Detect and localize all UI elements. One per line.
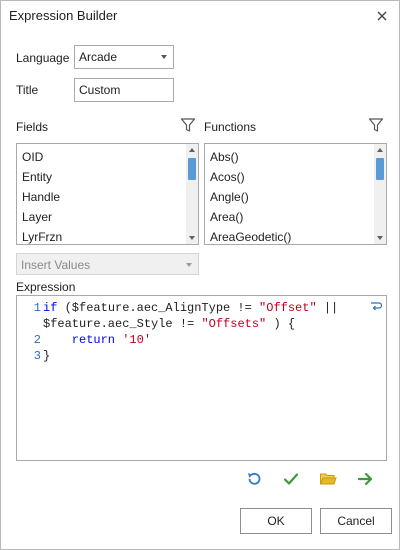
line-number: 2 <box>33 333 41 347</box>
code-line[interactable]: 1 if ($feature.aec_AlignType != "Offset" … <box>17 300 368 316</box>
code-text: if ($feature.aec_AlignType != "Offset" |… <box>43 300 338 316</box>
fields-filter-icon[interactable] <box>180 117 196 133</box>
field-item-handle[interactable]: Handle <box>20 187 184 207</box>
function-item-abs[interactable]: Abs() <box>208 147 372 167</box>
code-token: } <box>43 349 51 363</box>
fields-list[interactable]: OID Entity Handle Layer LyrFrzn <box>16 143 199 245</box>
word-wrap-icon[interactable] <box>370 300 382 312</box>
language-value: Arcade <box>79 50 118 64</box>
line-number: 3 <box>33 349 41 363</box>
code-token: '10' <box>122 333 152 347</box>
code-token: if <box>43 301 58 315</box>
code-token: ) { <box>266 317 296 331</box>
verify-checkmark-icon <box>283 473 299 485</box>
scroll-thumb[interactable] <box>188 158 196 180</box>
verify-button[interactable] <box>280 468 302 490</box>
language-label: Language <box>16 51 70 65</box>
field-item-oid[interactable]: OID <box>20 147 184 167</box>
run-arrow-icon <box>357 472 373 486</box>
field-item-lyrfrzn[interactable]: LyrFrzn <box>20 227 184 244</box>
title-label: Title <box>16 83 39 97</box>
field-item-entity[interactable]: Entity <box>20 167 184 187</box>
undo-button[interactable] <box>243 468 265 490</box>
expression-builder-dialog: Expression Builder Language Arcade Title… <box>0 0 400 550</box>
functions-items: Abs() Acos() Angle() Area() AreaGeodetic… <box>208 147 372 244</box>
functions-filter-icon[interactable] <box>368 117 384 133</box>
fields-scrollbar[interactable] <box>186 144 198 244</box>
ok-button[interactable]: OK <box>240 508 312 534</box>
code-line[interactable]: $feature.aec_Style != "Offsets" ) { <box>17 316 368 332</box>
title-input[interactable] <box>74 78 174 102</box>
code-text: $feature.aec_Style != "Offsets" ) { <box>43 316 295 332</box>
code-line[interactable]: 2 return '10' <box>17 332 368 348</box>
expression-label: Expression <box>16 280 76 294</box>
line-number: 1 <box>33 301 41 315</box>
expression-editor[interactable]: 1 if ($feature.aec_AlignType != "Offset" … <box>16 295 387 461</box>
code-token: "Offset" <box>259 301 317 315</box>
functions-list[interactable]: Abs() Acos() Angle() Area() AreaGeodetic… <box>204 143 387 245</box>
scroll-down-icon[interactable] <box>377 236 383 240</box>
code-token: $feature.aec_Style != <box>43 317 202 331</box>
code-token: || <box>316 301 339 315</box>
functions-label: Functions <box>204 120 257 134</box>
scroll-up-icon[interactable] <box>189 148 195 152</box>
function-item-acos[interactable]: Acos() <box>208 167 372 187</box>
insert-values-value: Insert Values <box>21 258 91 272</box>
field-item-layer[interactable]: Layer <box>20 207 184 227</box>
undo-icon <box>248 472 261 485</box>
fields-label: Fields <box>16 120 49 134</box>
scroll-thumb[interactable] <box>376 158 384 180</box>
window-title: Expression Builder <box>9 8 118 23</box>
function-item-area[interactable]: Area() <box>208 207 372 227</box>
function-item-areageodetic[interactable]: AreaGeodetic() <box>208 227 372 244</box>
function-item-angle[interactable]: Angle() <box>208 187 372 207</box>
fields-items: OID Entity Handle Layer LyrFrzn <box>20 147 184 244</box>
close-icon <box>377 11 387 21</box>
run-button[interactable] <box>355 468 377 490</box>
open-folder-icon <box>319 473 337 485</box>
code-token: "Offsets" <box>201 317 267 331</box>
title-bar: Expression Builder <box>1 1 399 31</box>
code-text: return '10' <box>43 332 151 348</box>
insert-values-dropdown: Insert Values <box>16 253 199 275</box>
code-text: } <box>43 348 50 364</box>
title-input-field[interactable] <box>75 79 173 101</box>
chevron-down-icon <box>186 263 192 267</box>
scroll-down-icon[interactable] <box>189 236 195 240</box>
close-button[interactable] <box>371 5 393 27</box>
open-button[interactable] <box>317 468 339 490</box>
code-line[interactable]: 3} <box>17 348 368 364</box>
functions-scrollbar[interactable] <box>374 144 386 244</box>
code-token: ($feature.aec_AlignType != <box>57 301 260 315</box>
code-token: return <box>43 333 123 347</box>
chevron-down-icon <box>161 55 167 59</box>
language-dropdown[interactable]: Arcade <box>74 45 174 69</box>
cancel-button[interactable]: Cancel <box>320 508 392 534</box>
scroll-up-icon[interactable] <box>377 148 383 152</box>
